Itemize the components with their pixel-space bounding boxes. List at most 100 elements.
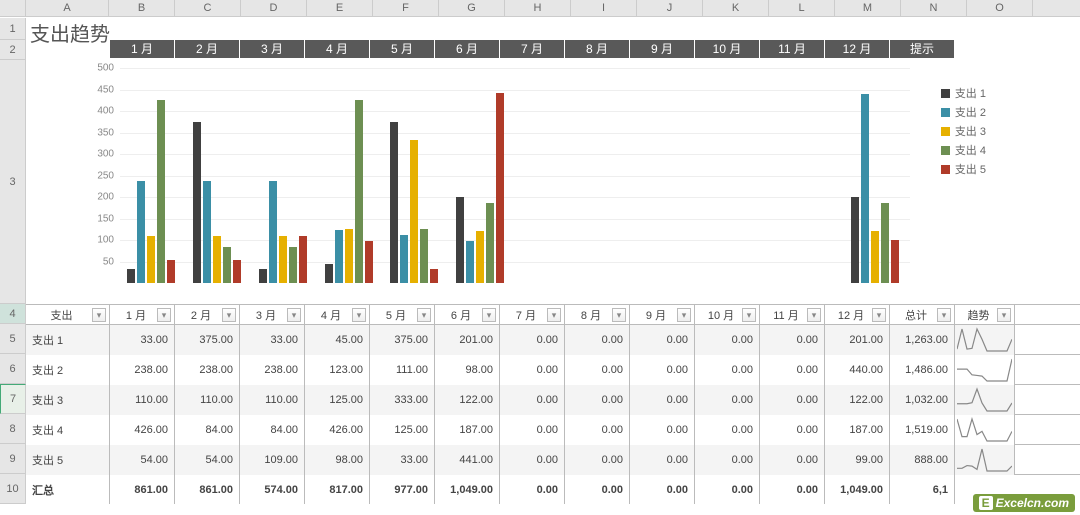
cell[interactable]: 98.00 (305, 445, 370, 475)
cell[interactable]: 375.00 (175, 325, 240, 355)
cell[interactable]: 45.00 (305, 325, 370, 355)
col-C[interactable]: C (175, 0, 241, 16)
cell[interactable]: 0.00 (760, 445, 825, 475)
cell[interactable]: 238.00 (240, 355, 305, 385)
col-K[interactable]: K (703, 0, 769, 16)
col-D[interactable]: D (241, 0, 307, 16)
cell[interactable]: 110.00 (175, 385, 240, 415)
cell[interactable]: 0.00 (760, 415, 825, 445)
header-m7[interactable]: 7 月 (500, 305, 565, 324)
header-m4[interactable]: 4 月 (305, 305, 370, 324)
total-cell[interactable]: 0.00 (695, 475, 760, 504)
cell[interactable]: 201.00 (435, 325, 500, 355)
cell[interactable]: 1,519.00 (890, 415, 955, 445)
cell[interactable]: 0.00 (630, 325, 695, 355)
cell[interactable]: 0.00 (500, 445, 565, 475)
cell[interactable]: 33.00 (110, 325, 175, 355)
col-G[interactable]: G (439, 0, 505, 16)
tab-month-8[interactable]: 8 月 (565, 40, 629, 58)
cell[interactable]: 0.00 (565, 415, 630, 445)
row-6[interactable]: 6 (0, 354, 26, 384)
col-L[interactable]: L (769, 0, 835, 16)
tab-month-2[interactable]: 2 月 (175, 40, 239, 58)
cell[interactable]: 440.00 (825, 355, 890, 385)
cell[interactable]: 33.00 (370, 445, 435, 475)
header-trend[interactable]: 趋势 (955, 305, 1015, 324)
row-3[interactable]: 3 (0, 60, 26, 304)
cell[interactable]: 0.00 (695, 415, 760, 445)
cell[interactable]: 99.00 (825, 445, 890, 475)
header-m11[interactable]: 11 月 (760, 305, 825, 324)
cell[interactable]: 84.00 (175, 415, 240, 445)
cell[interactable]: 1,032.00 (890, 385, 955, 415)
total-cell[interactable]: 574.00 (240, 475, 305, 504)
cell[interactable]: 84.00 (240, 415, 305, 445)
tab-month-9[interactable]: 9 月 (630, 40, 694, 58)
cell[interactable]: 54.00 (110, 445, 175, 475)
cell[interactable]: 238.00 (110, 355, 175, 385)
cell[interactable]: 98.00 (435, 355, 500, 385)
tab-month-3[interactable]: 3 月 (240, 40, 304, 58)
tab-month-5[interactable]: 5 月 (370, 40, 434, 58)
tab-month-6[interactable]: 6 月 (435, 40, 499, 58)
cell[interactable]: 0.00 (565, 385, 630, 415)
row-2[interactable]: 2 (0, 40, 26, 60)
header-m2[interactable]: 2 月 (175, 305, 240, 324)
cell[interactable]: 0.00 (500, 355, 565, 385)
total-cell[interactable]: 0.00 (760, 475, 825, 504)
cell[interactable]: 0.00 (500, 385, 565, 415)
tab-month-12[interactable]: 12 月 (825, 40, 889, 58)
row-1[interactable]: 1 (0, 18, 26, 40)
header-total[interactable]: 总计 (890, 305, 955, 324)
cell[interactable]: 109.00 (240, 445, 305, 475)
cell[interactable]: 441.00 (435, 445, 500, 475)
cell[interactable]: 0.00 (500, 415, 565, 445)
row-label[interactable]: 支出 1 (26, 325, 110, 355)
cell[interactable]: 0.00 (630, 415, 695, 445)
cell[interactable]: 110.00 (240, 385, 305, 415)
col-F[interactable]: F (373, 0, 439, 16)
cell[interactable]: 123.00 (305, 355, 370, 385)
tab-month-7[interactable]: 7 月 (500, 40, 564, 58)
tab-month-11[interactable]: 11 月 (760, 40, 824, 58)
header-m10[interactable]: 10 月 (695, 305, 760, 324)
total-label[interactable]: 汇总 (26, 475, 110, 504)
col-O[interactable]: O (967, 0, 1033, 16)
cell[interactable]: 333.00 (370, 385, 435, 415)
cell[interactable]: 888.00 (890, 445, 955, 475)
row-label[interactable]: 支出 2 (26, 355, 110, 385)
cell[interactable]: 375.00 (370, 325, 435, 355)
cell[interactable]: 0.00 (760, 385, 825, 415)
row-7[interactable]: 7 (0, 384, 26, 414)
cell[interactable]: 0.00 (760, 325, 825, 355)
col-H[interactable]: H (505, 0, 571, 16)
cell[interactable]: 122.00 (825, 385, 890, 415)
cell[interactable]: 0.00 (565, 355, 630, 385)
col-I[interactable]: I (571, 0, 637, 16)
header-m9[interactable]: 9 月 (630, 305, 695, 324)
cell[interactable]: 1,486.00 (890, 355, 955, 385)
cell[interactable]: 110.00 (110, 385, 175, 415)
total-cell[interactable]: 861.00 (175, 475, 240, 504)
row-label[interactable]: 支出 3 (26, 385, 110, 415)
row-label[interactable]: 支出 5 (26, 445, 110, 475)
header-m12[interactable]: 12 月 (825, 305, 890, 324)
cell[interactable]: 0.00 (760, 355, 825, 385)
col-J[interactable]: J (637, 0, 703, 16)
total-cell[interactable]: 0.00 (500, 475, 565, 504)
cell[interactable]: 0.00 (565, 445, 630, 475)
tab-month-4[interactable]: 4 月 (305, 40, 369, 58)
header-m3[interactable]: 3 月 (240, 305, 305, 324)
tab-month-10[interactable]: 10 月 (695, 40, 759, 58)
total-cell[interactable]: 861.00 (110, 475, 175, 504)
cell[interactable]: 0.00 (500, 325, 565, 355)
cell[interactable]: 1,263.00 (890, 325, 955, 355)
cell[interactable]: 0.00 (695, 325, 760, 355)
cell[interactable]: 33.00 (240, 325, 305, 355)
row-4[interactable]: 4 (0, 304, 26, 324)
chart[interactable]: 50100150200250300350400450500 支出 1支出 2支出… (26, 60, 986, 304)
cell[interactable]: 125.00 (305, 385, 370, 415)
tab-hint[interactable]: 提示 (890, 40, 954, 58)
row-10[interactable]: 10 (0, 474, 26, 504)
total-cell[interactable]: 0.00 (565, 475, 630, 504)
